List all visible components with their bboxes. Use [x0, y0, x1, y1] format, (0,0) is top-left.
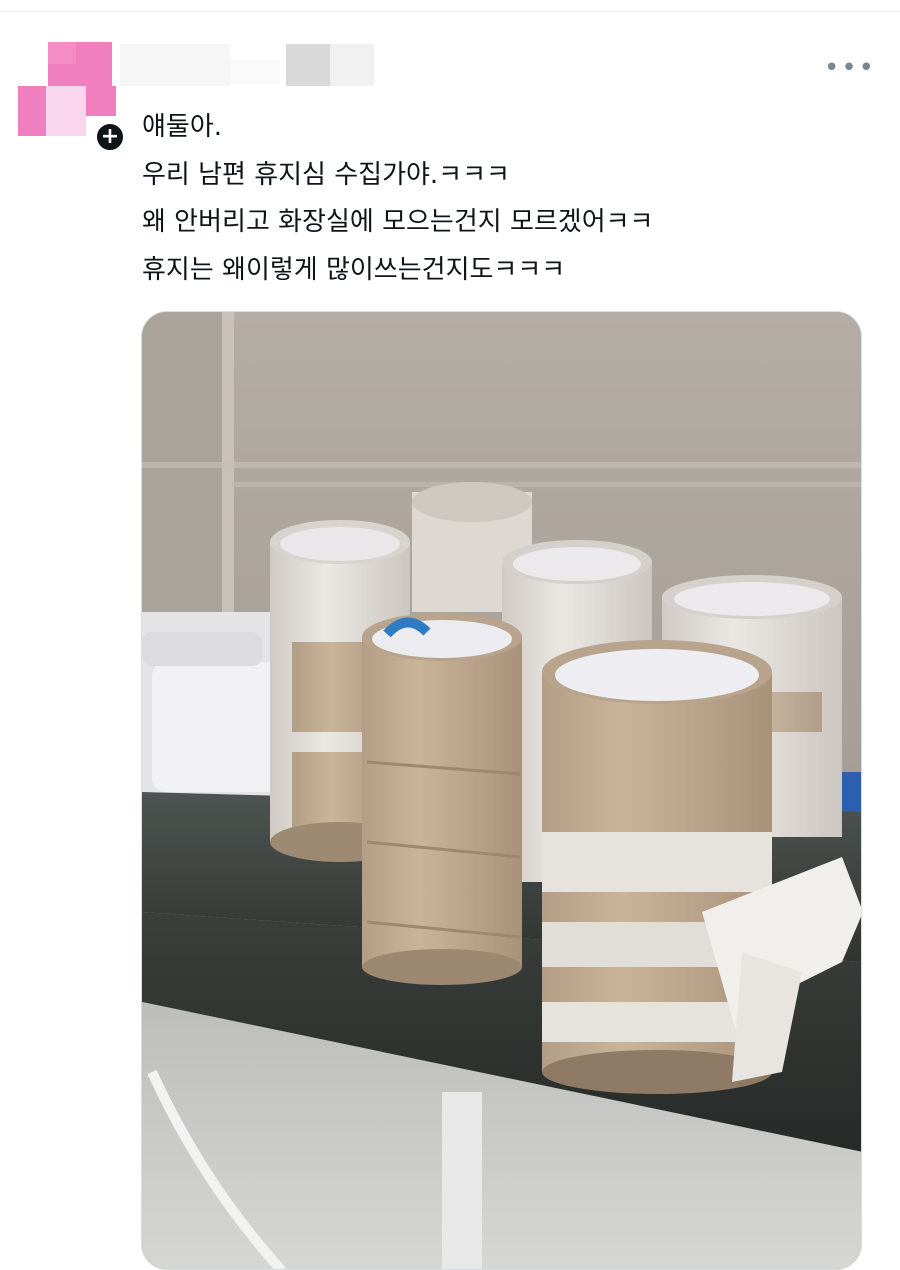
post-line: 얘둘아.	[142, 112, 223, 142]
username-censor	[120, 44, 230, 86]
more-options-button[interactable]: •••	[824, 54, 874, 82]
top-divider	[0, 11, 900, 12]
more-horizontal-icon: •••	[824, 53, 877, 83]
handle-censor	[286, 44, 330, 86]
post-line: 왜 안버리고 화장실에 모으는건지 모르겠어ㅋㅋ	[142, 207, 654, 237]
username-censor	[230, 60, 280, 84]
photo-illustration	[142, 312, 861, 1269]
avatar-censor-block	[46, 86, 86, 136]
handle-censor	[330, 44, 374, 86]
post-body: 얘둘아. 우리 남편 휴지심 수집가야.ㅋㅋㅋ 왜 안버리고 화장실에 모으는건…	[142, 104, 862, 294]
avatar-censor-block	[86, 86, 116, 116]
avatar-censor-block	[48, 42, 76, 64]
post-line: 휴지는 왜이렇게 많이쓰는건지도ㅋㅋㅋ	[142, 254, 566, 285]
post-photo[interactable]	[141, 311, 862, 1270]
avatar-censor-block	[18, 86, 46, 136]
plus-icon: +	[100, 124, 120, 149]
add-follow-badge[interactable]: +	[95, 122, 125, 152]
post-line: 우리 남편 휴지심 수집가야.ㅋㅋㅋ	[142, 159, 510, 190]
